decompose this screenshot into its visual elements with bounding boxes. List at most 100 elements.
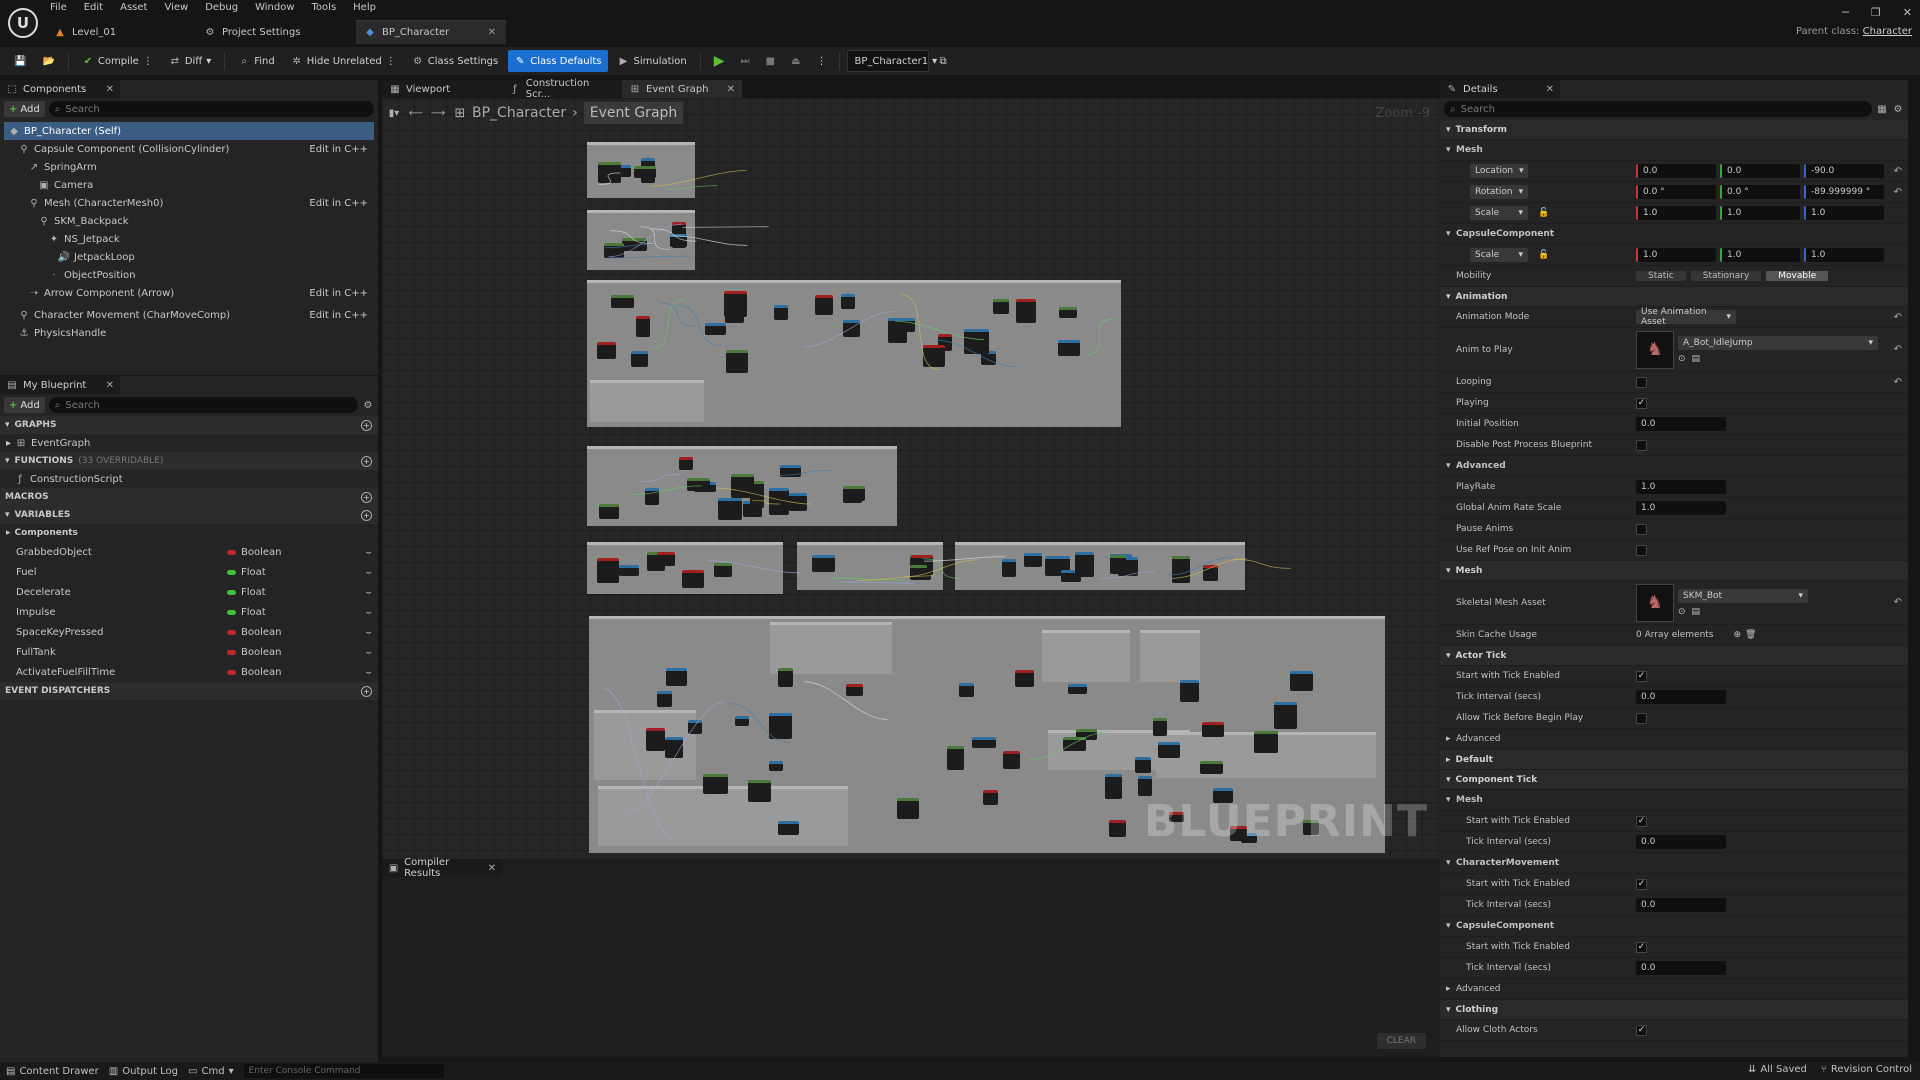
rotation-y-input[interactable]: 0.0 ° xyxy=(1720,185,1800,199)
variable-item[interactable]: Fuel Float ⌣ xyxy=(0,562,378,582)
scale-x-input[interactable]: 1.0 xyxy=(1636,206,1716,220)
ct-start-3-checkbox[interactable]: ✓ xyxy=(1636,941,1647,953)
browse-icon[interactable]: ▤ xyxy=(1692,607,1701,617)
initial-position-input[interactable]: 0.0 xyxy=(1636,417,1726,431)
scale-y-input[interactable]: 1.0 xyxy=(1720,206,1800,220)
hide-unrelated-button[interactable]: ✲ Hide Unrelated ⋮ xyxy=(285,50,402,72)
minimize-icon[interactable]: ─ xyxy=(1842,6,1849,19)
location-x-input[interactable]: 0.0 xyxy=(1636,164,1716,178)
menu-file[interactable]: File xyxy=(50,2,67,16)
ct-start-2-checkbox[interactable]: ✓ xyxy=(1636,878,1647,890)
component-tree-item[interactable]: ✦ NS_Jetpack xyxy=(4,230,374,248)
compiler-results-tab[interactable]: ▣ Compiler Results ✕ xyxy=(382,857,502,879)
use-selected-icon[interactable]: ⊙ xyxy=(1678,607,1686,617)
variable-type[interactable]: Boolean xyxy=(227,667,282,678)
component-tree-item[interactable]: ⚲ SKM_Backpack xyxy=(4,212,374,230)
location-select[interactable]: Location ▾ xyxy=(1470,164,1528,178)
graphs-section[interactable]: ▾ GRAPHS + xyxy=(0,416,378,434)
subsection-ct-charmove[interactable]: ▾ CharacterMovement xyxy=(1440,853,1908,874)
variable-type[interactable]: Boolean xyxy=(227,547,282,558)
class-settings-button[interactable]: ⚙ Class Settings xyxy=(406,50,505,72)
visibility-eye-icon[interactable]: ⌣ xyxy=(365,567,372,578)
global-rate-input[interactable]: 1.0 xyxy=(1636,501,1726,515)
component-tree-item[interactable]: ➝ Arrow Component (Arrow) Edit in C++ xyxy=(4,284,374,302)
menu-edit[interactable]: Edit xyxy=(84,2,103,16)
reset-icon[interactable]: ↶ xyxy=(1894,187,1902,198)
pause-anims-checkbox[interactable] xyxy=(1636,523,1647,535)
variable-type[interactable]: Boolean xyxy=(227,627,282,638)
simulation-button[interactable]: ▶ Simulation xyxy=(612,50,693,72)
tab-bp-character[interactable]: ◆ BP_Character ✕ xyxy=(356,20,506,44)
scale-select[interactable]: Scale ▾ xyxy=(1470,206,1528,220)
reset-icon[interactable]: ↶ xyxy=(1894,166,1902,177)
add-dispatcher-icon[interactable]: + xyxy=(361,685,372,697)
rotation-select[interactable]: Rotation ▾ xyxy=(1470,185,1528,199)
location-y-input[interactable]: 0.0 xyxy=(1720,164,1800,178)
step-icon[interactable]: ⏭ xyxy=(735,50,756,72)
start-tick-checkbox[interactable]: ✓ xyxy=(1636,670,1647,682)
capsule-scale-y-input[interactable]: 1.0 xyxy=(1720,248,1800,262)
parent-class-link[interactable]: Character xyxy=(1863,26,1912,37)
reset-icon[interactable]: ↶ xyxy=(1894,344,1902,355)
functions-section[interactable]: ▾ FUNCTIONS (33 OVERRIDABLE) + xyxy=(0,452,378,470)
menu-tools[interactable]: Tools xyxy=(312,2,337,16)
visibility-eye-icon[interactable]: ⌣ xyxy=(365,607,372,618)
stop-icon[interactable]: ■ xyxy=(760,50,781,72)
section-component-tick[interactable]: ▾ Component Tick xyxy=(1440,770,1908,790)
subsection-mesh[interactable]: ▾ Mesh xyxy=(1440,140,1908,161)
section-actor-tick[interactable]: ▾ Actor Tick xyxy=(1440,646,1908,666)
anim-asset-select[interactable]: A_Bot_IdleJump ▾ xyxy=(1678,335,1878,350)
playing-checkbox[interactable]: ✓ xyxy=(1636,397,1647,409)
variables-group-components[interactable]: ▸ Components xyxy=(0,524,378,542)
tab-construction-script[interactable]: ƒ Construction Scr... xyxy=(502,78,622,100)
details-search-input[interactable]: ⌕ Search xyxy=(1444,101,1872,117)
cmd-select[interactable]: ▭ Cmd ▾ xyxy=(188,1066,234,1077)
tab-event-graph[interactable]: ⊞ Event Graph ✕ xyxy=(622,80,742,98)
add-graph-icon[interactable]: + xyxy=(361,419,372,431)
close-icon[interactable]: ✕ xyxy=(727,84,735,95)
variables-section[interactable]: ▾ VARIABLES + xyxy=(0,506,378,524)
component-tree-item[interactable]: ⚲ Character Movement (CharMoveComp) Edit i… xyxy=(4,306,374,324)
ct-interval-3-input[interactable]: 0.0 xyxy=(1636,961,1726,975)
scale-select[interactable]: Scale ▾ xyxy=(1470,248,1528,262)
my-blueprint-tab[interactable]: ▤ My Blueprint ✕ xyxy=(0,376,120,394)
variable-type[interactable]: Float xyxy=(227,567,266,578)
animation-mode-select[interactable]: Use Animation Asset ▾ xyxy=(1636,307,1736,327)
edit-in-cpp-link[interactable]: Edit in C++ xyxy=(309,288,368,299)
variable-item[interactable]: ActivateFuelFillTime Boolean ⌣ xyxy=(0,662,378,682)
trash-icon[interactable]: 🗑 xyxy=(1745,630,1756,640)
console-input[interactable]: Enter Console Command xyxy=(243,1064,444,1078)
visibility-eye-icon[interactable]: ⌣ xyxy=(365,547,372,558)
reset-icon[interactable]: ↶ xyxy=(1894,377,1902,388)
variable-type[interactable]: Float xyxy=(227,587,266,598)
capsule-scale-z-input[interactable]: 1.0 xyxy=(1804,248,1884,262)
eject-icon[interactable]: ⏏ xyxy=(785,50,806,72)
lock-icon[interactable]: 🔓 xyxy=(1538,250,1549,260)
details-tab[interactable]: ✎ Details ✕ xyxy=(1440,80,1560,98)
mobility-movable[interactable]: Movable xyxy=(1766,271,1830,281)
section-animation[interactable]: ▾ Animation xyxy=(1440,287,1908,307)
browse-icon[interactable]: ▤ xyxy=(1692,354,1701,364)
add-variable-icon[interactable]: + xyxy=(361,509,372,521)
menu-asset[interactable]: Asset xyxy=(120,2,147,16)
close-icon[interactable]: ✕ xyxy=(1546,84,1554,95)
diff-button[interactable]: ⇄ Diff ▾ xyxy=(163,50,217,72)
table-view-icon[interactable]: ▦ xyxy=(1876,103,1888,115)
close-window-icon[interactable]: ✕ xyxy=(1903,6,1912,19)
close-icon[interactable]: ✕ xyxy=(106,380,114,391)
more-icon[interactable]: ⋮ xyxy=(386,56,396,67)
find-button[interactable]: ⌕ Find xyxy=(232,50,281,72)
variable-item[interactable]: Impulse Float ⌣ xyxy=(0,602,378,622)
output-log-button[interactable]: ▥ Output Log xyxy=(109,1066,178,1077)
variable-item[interactable]: Decelerate Float ⌣ xyxy=(0,582,378,602)
section-clothing[interactable]: ▾ Clothing xyxy=(1440,1000,1908,1020)
my-blueprint-search-input[interactable]: ⌕ Search xyxy=(48,397,358,413)
play-icon[interactable]: ▶ xyxy=(708,50,731,72)
capsule-scale-x-input[interactable]: 1.0 xyxy=(1636,248,1716,262)
debug-object-select[interactable]: BP_Character1 ▾ xyxy=(847,50,937,72)
browse-icon[interactable]: 📂 xyxy=(36,50,60,72)
component-tree-item[interactable]: ⚓ PhysicsHandle xyxy=(4,324,374,342)
components-search-input[interactable]: ⌕ Search xyxy=(48,101,374,117)
ct-interval-input[interactable]: 0.0 xyxy=(1636,835,1726,849)
ct-interval-2-input[interactable]: 0.0 xyxy=(1636,898,1726,912)
